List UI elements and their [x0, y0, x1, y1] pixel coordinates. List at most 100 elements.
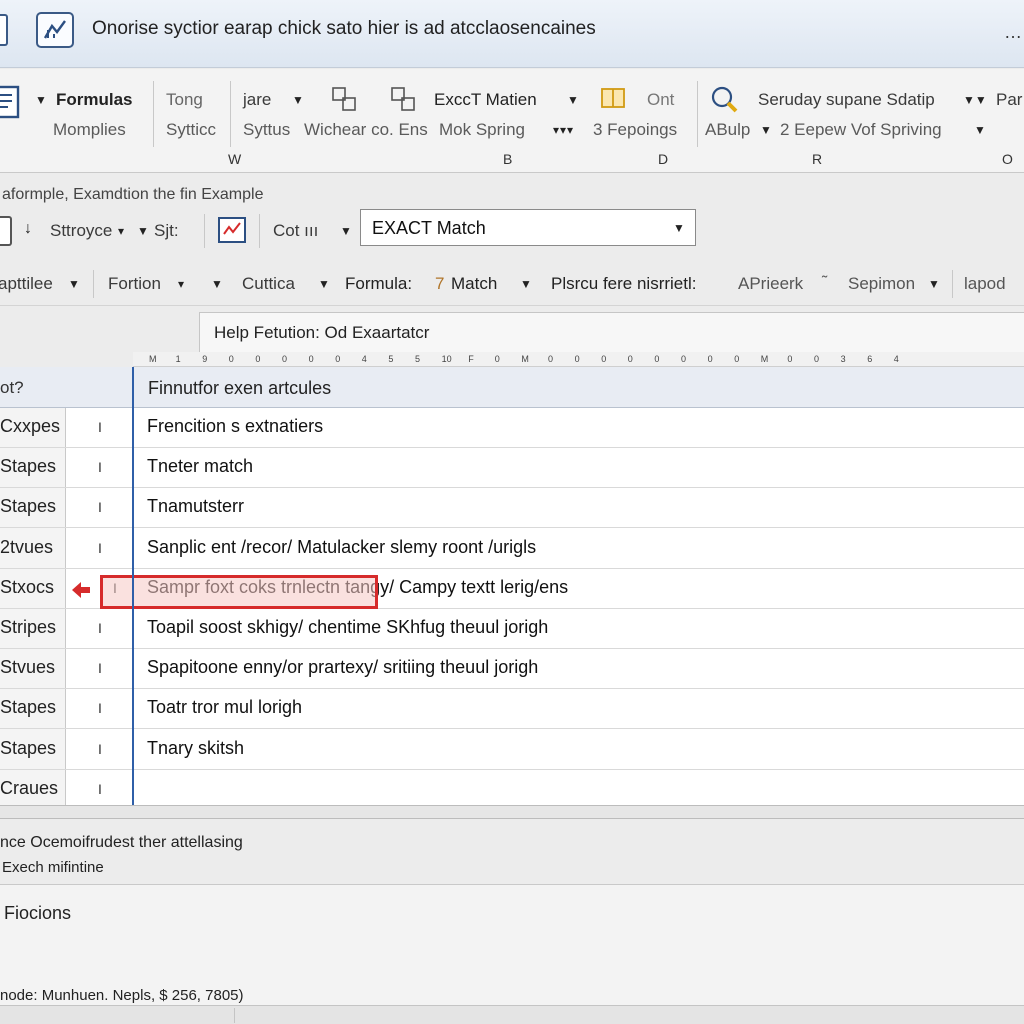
row-cell[interactable]: Spapitoone enny/or prartexy/ sritiing th…	[147, 657, 538, 678]
fn-item-formula[interactable]: Formula:	[345, 274, 412, 294]
chevron-down-icon[interactable]: ▼	[760, 123, 772, 137]
chevron-down-icon[interactable]: ▼	[211, 277, 223, 291]
chevron-down-icon[interactable]: ▼	[35, 93, 47, 107]
table-row[interactable]: Stapes I Tnamutsterr	[0, 488, 1024, 529]
chevron-down-icon[interactable]: ▼	[567, 93, 579, 107]
fn-item[interactable]: Plsrcu fere nisrrietl:	[551, 274, 696, 294]
grid-scroll-bar[interactable]	[0, 805, 1024, 819]
row-marker: I	[98, 499, 102, 516]
ribbon-exact-matien[interactable]: ExccT Matien	[434, 90, 537, 110]
chevron-down-icon[interactable]: ▾	[118, 224, 124, 238]
ribbon-seruday[interactable]: Seruday supane Sdatip	[758, 90, 935, 110]
more-options-icon[interactable]: …	[1004, 22, 1023, 43]
ruler-tick: 9	[202, 354, 208, 364]
ribbon-sytticc[interactable]: Sytticc	[166, 120, 216, 140]
ribbon-par[interactable]: Par	[996, 90, 1022, 110]
ruler-tick: 0	[282, 354, 288, 364]
ribbon-formulas[interactable]: Formulas	[56, 90, 133, 110]
chevron-down-icon[interactable]: ▾▾▾	[553, 123, 574, 137]
fn-item[interactable]: Fortion	[108, 274, 161, 294]
ruler-tick: 0	[814, 354, 820, 364]
ruler-tick: 0	[734, 354, 740, 364]
arrow-down-icon[interactable]: ↓	[24, 220, 32, 238]
fn-item[interactable]: apttilee	[0, 274, 53, 294]
ribbon-ont[interactable]: Ont	[647, 90, 674, 110]
row-cell[interactable]: Toatr tror mul lorigh	[147, 697, 302, 718]
ribbon-mok-spring[interactable]: Mok Spring	[439, 120, 525, 140]
ribbon-momplies[interactable]: Momplies	[53, 120, 126, 140]
copy-shapes-icon[interactable]	[331, 86, 359, 114]
chevron-down-icon[interactable]: ▾	[178, 277, 184, 291]
ribbon-eepew[interactable]: 2 Eepew Vof Spriving	[780, 120, 942, 140]
chevron-down-icon[interactable]: ▼	[340, 224, 352, 238]
ribbon-fepoings[interactable]: 3 Fepoings	[593, 120, 677, 140]
row-cell[interactable]: Sanplic ent /recor/ Matulacker slemy roo…	[147, 537, 536, 558]
chevron-down-icon[interactable]: ▼	[292, 93, 304, 107]
chevron-down-icon[interactable]: ▼▼	[963, 93, 987, 107]
ribbon-syttus[interactable]: Syttus	[243, 120, 290, 140]
ribbon-abulp[interactable]: ABulp	[705, 120, 750, 140]
match-type-select[interactable]: EXACT Match ▼	[360, 209, 696, 246]
table-row[interactable]: Stapes I Tnary skitsh	[0, 730, 1024, 770]
ruler-tick: 5	[388, 354, 394, 364]
row-cell[interactable]: Tnamutsterr	[147, 496, 244, 517]
chart-check-icon[interactable]	[217, 216, 247, 244]
table-row[interactable]: Stapes I Toatr tror mul lorigh	[0, 689, 1024, 730]
row-cell[interactable]: Frencition s extnatiers	[147, 416, 323, 437]
row-label: Stapes	[0, 737, 57, 758]
ribbon-jare[interactable]: jare	[243, 90, 271, 110]
chevron-down-icon[interactable]: ▼	[68, 277, 80, 291]
group-shapes-icon[interactable]	[390, 86, 418, 114]
chevron-down-icon[interactable]: ▼	[137, 224, 149, 238]
row-cell[interactable]: Tneter match	[147, 456, 253, 477]
row-label: Stapes	[0, 496, 57, 517]
fn-item[interactable]: Sepimon	[848, 274, 915, 294]
table-row[interactable]: Cxxpes I Frencition s extnatiers	[0, 408, 1024, 448]
status-text: node: Munhuen. Nepls, $ 256, 7805)	[0, 987, 244, 1004]
ruler-tick: 6	[867, 354, 873, 364]
fn-item[interactable]: APrieerk	[738, 274, 803, 294]
ruler-tick: 0	[228, 354, 234, 364]
table-row[interactable]: Stripes I Toapil soost skhigy/ chentime SK…	[0, 609, 1024, 649]
table-icon[interactable]	[600, 87, 626, 111]
row-label: Stripes	[0, 617, 57, 637]
selected-cell-highlight[interactable]	[100, 575, 378, 609]
table-row[interactable]: Stvues I Spapitoone enny/or prartexy/ srit…	[0, 649, 1024, 690]
fn-item-match[interactable]: Match	[451, 274, 497, 294]
ruler-tick: 1	[175, 354, 181, 364]
table-row[interactable]: 2tvues I Sanplic ent /recor/ Matulacker sl…	[0, 529, 1024, 569]
title-bar: Onorise syctior earap chick sato hier is…	[0, 0, 1024, 68]
ruler-tick: 0	[787, 354, 793, 364]
ribbon-wichear[interactable]: Wichear co. Ens	[304, 120, 428, 140]
grid-header-main: Finnutfor exen artcules	[148, 378, 332, 398]
ruler-tick: M	[521, 354, 529, 364]
fn-item[interactable]: lapod	[964, 274, 1006, 294]
ribbon: ▼ Formulas Momplies Tong Sytticc jare ▼ …	[0, 69, 1024, 173]
sjt-label[interactable]: Sjt:	[154, 221, 179, 241]
chevron-down-icon[interactable]: ▼	[928, 277, 940, 291]
row-cell[interactable]: Toapil soost skhigy/ chentime SKhfug the…	[147, 617, 548, 638]
chevron-down-icon[interactable]: ▼	[520, 277, 532, 291]
ruler-tick: 0	[574, 354, 580, 364]
chevron-down-icon[interactable]: ▼	[318, 277, 330, 291]
window-edge-icon	[0, 14, 8, 46]
description-panel: nce Ocemoifrudest ther attellasing Exech…	[0, 819, 1024, 885]
cot-label[interactable]: Cot ııı	[273, 221, 318, 241]
page-icon[interactable]	[0, 216, 12, 246]
app-icon	[36, 12, 74, 48]
help-box[interactable]: Help Fetution: Od Exaartatcr	[199, 312, 1024, 354]
row-label: Stapes	[0, 697, 57, 718]
group-label: O	[1002, 151, 1013, 167]
search-icon[interactable]	[710, 85, 740, 115]
table-row[interactable]: Stapes I Tneter match	[0, 448, 1024, 489]
document-icon[interactable]	[0, 85, 22, 121]
fn-item[interactable]: Cuttica	[242, 274, 295, 294]
table-row[interactable]: Craues I	[0, 770, 1024, 810]
ribbon-tong[interactable]: Tong	[166, 90, 203, 110]
row-label: Cxxpes	[0, 416, 61, 436]
ruler: M 1 9 0 0 0 0 0 4 5 5 10 F 0 M 0 0 0 0 0 0 0 0 M 0 0 3 6 4	[133, 352, 1024, 367]
row-cell[interactable]: Tnary skitsh	[147, 738, 244, 759]
row-marker: I	[98, 459, 102, 476]
chevron-down-icon[interactable]: ▼	[974, 123, 986, 137]
structure-dropdown[interactable]: Sttroyce	[50, 221, 112, 241]
